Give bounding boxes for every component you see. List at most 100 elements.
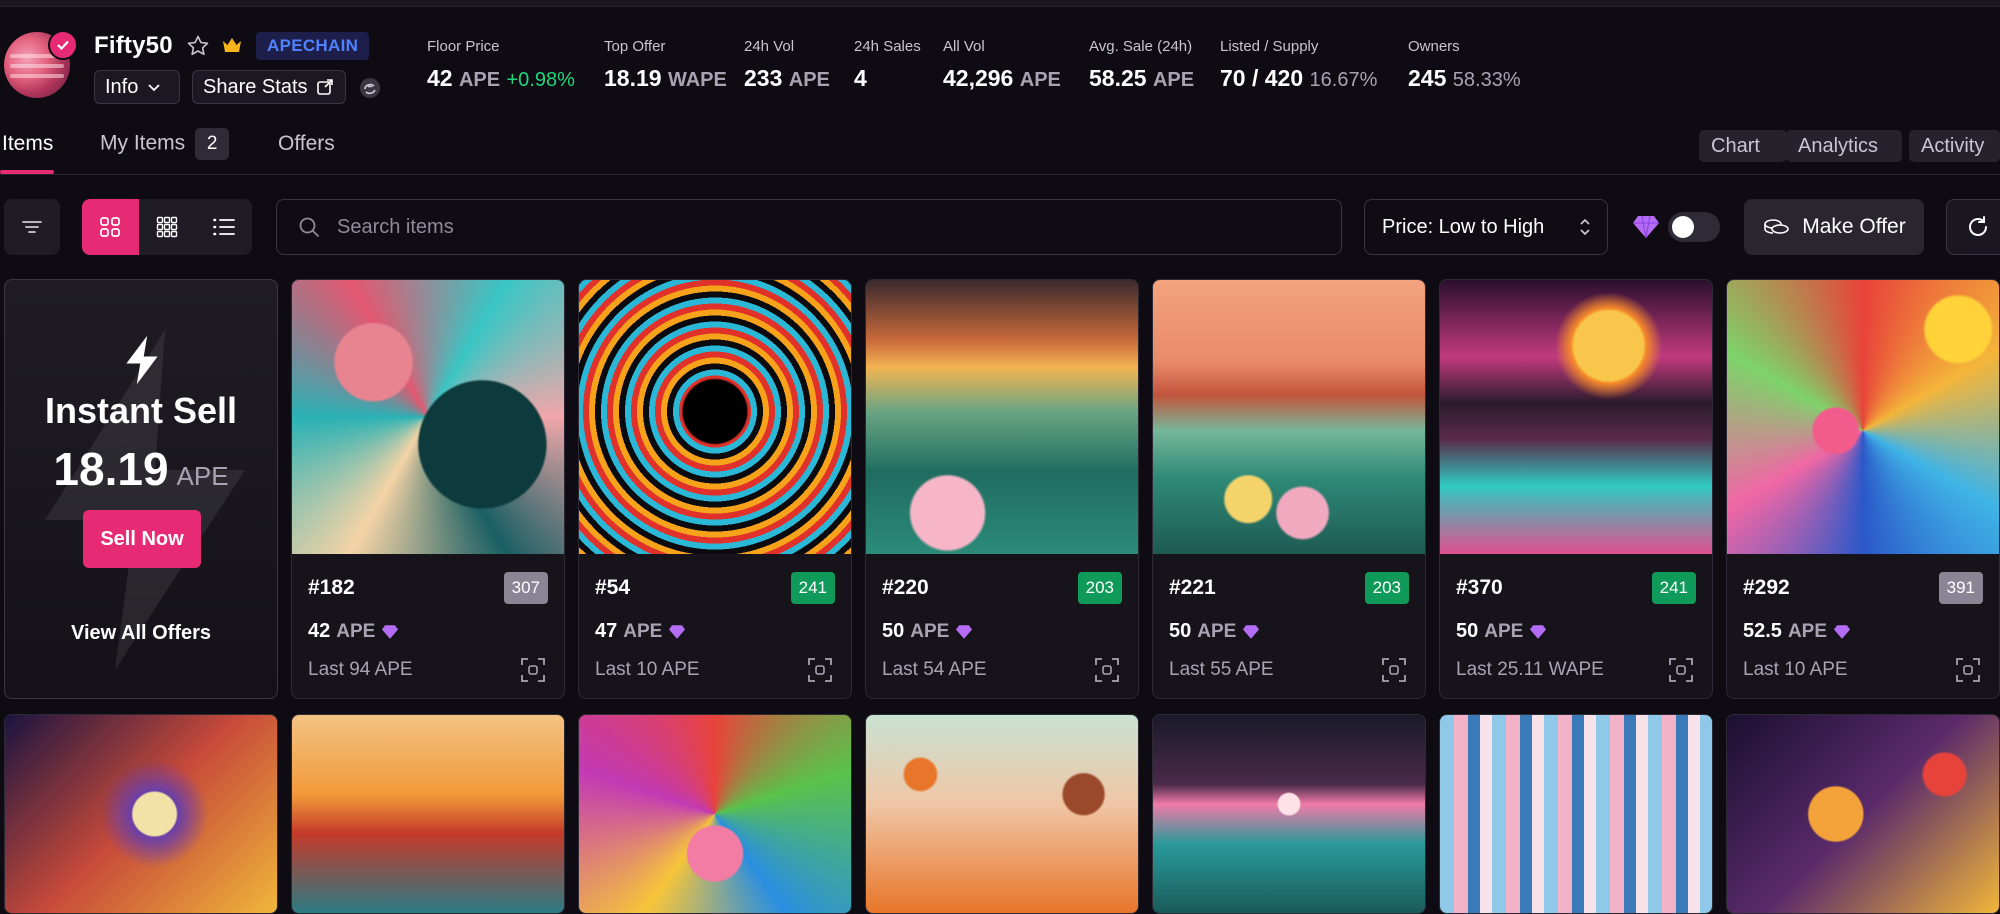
view-toggle-group <box>82 199 252 255</box>
price-unit: APE <box>623 620 663 642</box>
price-value: 50 <box>1456 620 1479 642</box>
price-value: 52.5 <box>1743 620 1782 642</box>
search-box <box>276 199 1342 255</box>
stat-label: Owners <box>1408 38 1460 55</box>
refresh-icon <box>1969 216 1987 236</box>
stat-value: 18.19 <box>604 65 662 91</box>
coins-icon <box>1764 219 1790 234</box>
search-icon <box>299 217 319 237</box>
stat-value: 4 <box>854 65 867 91</box>
rarity-rank-badge: 391 <box>1938 572 1983 604</box>
token-id: #292 <box>1743 576 1790 599</box>
top-border <box>0 0 2000 7</box>
sort-select[interactable]: Price: Low to High <box>1364 199 1608 255</box>
favorite-star-icon[interactable] <box>186 34 210 63</box>
stat-value: 70 / 420 <box>1220 65 1304 91</box>
make-offer-label: Make Offer <box>1802 215 1906 238</box>
view-all-offers-link[interactable]: View All Offers <box>5 622 277 645</box>
price-unit: APE <box>1484 620 1524 642</box>
share-stats-label: Share Stats <box>203 75 308 98</box>
instant-sell-title: Instant Sell <box>44 390 238 431</box>
stat-label: Top Offer <box>604 38 666 55</box>
scan-icon[interactable] <box>520 657 546 683</box>
item-card[interactable] <box>1439 714 1713 914</box>
tab-analytics[interactable]: Analytics <box>1786 130 1902 162</box>
small-grid-view-button[interactable] <box>139 199 196 255</box>
stat-label: 24h Vol <box>744 38 795 55</box>
instant-sell-card: Instant Sell 18.19 APE Sell Now View All … <box>4 279 278 699</box>
diamond-icon <box>382 624 399 639</box>
stat-value: 245 <box>1408 65 1447 91</box>
tab-my-items[interactable]: My Items 2 <box>100 128 230 160</box>
item-price: 50 APE <box>882 620 973 643</box>
diamond-icon <box>1632 214 1660 245</box>
stat-label: All Vol <box>943 38 985 55</box>
tab-chart[interactable]: Chart <box>1699 130 1787 162</box>
item-card[interactable]: #220 203 50 APE Last 54 APE <box>865 279 1139 699</box>
item-price: 50 APE <box>1456 620 1547 643</box>
grid-2x2-icon <box>100 217 121 237</box>
price-value: 42 <box>308 620 331 642</box>
scan-icon[interactable] <box>1094 657 1120 683</box>
make-offer-button[interactable]: Make Offer <box>1744 199 1924 255</box>
stat-label: Listed / Supply <box>1220 38 1319 55</box>
stat-value: 58.25 <box>1089 65 1147 91</box>
item-image <box>1440 280 1712 554</box>
item-card[interactable] <box>291 714 565 914</box>
tab-activity[interactable]: Activity <box>1909 130 2000 162</box>
item-card[interactable] <box>1726 714 2000 914</box>
item-price: 42 APE <box>308 620 399 643</box>
item-card[interactable] <box>578 714 852 914</box>
tab-my-items-label: My Items <box>100 131 186 155</box>
scan-icon[interactable] <box>1955 657 1981 683</box>
stat-label: Floor Price <box>427 38 500 55</box>
scan-icon[interactable] <box>807 657 833 683</box>
sort-label: Price: Low to High <box>1382 215 1545 238</box>
tab-items[interactable]: Items <box>2 132 53 156</box>
sell-now-button[interactable]: Sell Now <box>83 510 201 568</box>
lightning-bolt-icon <box>126 335 158 385</box>
grid-3x3-icon <box>156 216 178 238</box>
price-unit: APE <box>1197 620 1237 642</box>
stat-all-vol: All Vol 42,296 APE <box>943 38 1061 92</box>
stat-listed-supply: Listed / Supply 70 / 420 16.67% <box>1220 38 1377 92</box>
scan-icon[interactable] <box>1381 657 1407 683</box>
stat-percent: 58.33% <box>1452 69 1521 91</box>
info-dropdown-button[interactable]: Info <box>94 70 180 104</box>
item-card[interactable] <box>865 714 1139 914</box>
last-sale: Last 10 APE <box>1743 659 1848 680</box>
item-price: 50 APE <box>1169 620 1260 643</box>
item-card[interactable] <box>1152 714 1426 914</box>
token-id: #182 <box>308 576 355 599</box>
diamond-icon <box>956 624 973 639</box>
info-label: Info <box>105 75 139 98</box>
search-input[interactable] <box>335 214 1299 240</box>
price-value: 50 <box>1169 620 1192 642</box>
stat-owners: Owners 245 58.33% <box>1408 38 1521 92</box>
refresh-button[interactable] <box>1946 199 2000 255</box>
marketplace-swirl-icon[interactable] <box>358 76 382 105</box>
item-card[interactable] <box>4 714 278 914</box>
item-card[interactable]: #292 391 52.5 APE Last 10 APE <box>1726 279 2000 699</box>
large-grid-view-button[interactable] <box>82 199 139 255</box>
item-card[interactable]: #370 241 50 APE Last 25.11 WAPE <box>1439 279 1713 699</box>
share-stats-button[interactable]: Share Stats <box>192 70 346 104</box>
item-image <box>292 280 564 554</box>
filter-button[interactable] <box>4 199 60 255</box>
token-id: #221 <box>1169 576 1216 599</box>
rarity-toggle[interactable] <box>1668 212 1720 242</box>
rarity-rank-badge: 241 <box>790 572 835 604</box>
instant-sell-price: 18.19 <box>53 443 169 495</box>
instant-sell-price-row: 18.19 APE <box>5 442 277 496</box>
stat-label: 24h Sales <box>854 38 921 55</box>
last-sale: Last 25.11 WAPE <box>1456 659 1604 680</box>
scan-icon[interactable] <box>1668 657 1694 683</box>
tab-offers[interactable]: Offers <box>278 132 335 156</box>
list-view-button[interactable] <box>195 199 252 255</box>
stat-value: 42 <box>427 65 453 91</box>
rarity-rank-badge: 241 <box>1651 572 1696 604</box>
item-card[interactable]: #54 241 47 APE Last 10 APE <box>578 279 852 699</box>
item-card[interactable]: #182 307 42 APE Last 94 APE <box>291 279 565 699</box>
item-card[interactable]: #221 203 50 APE Last 55 APE <box>1152 279 1426 699</box>
price-value: 50 <box>882 620 905 642</box>
